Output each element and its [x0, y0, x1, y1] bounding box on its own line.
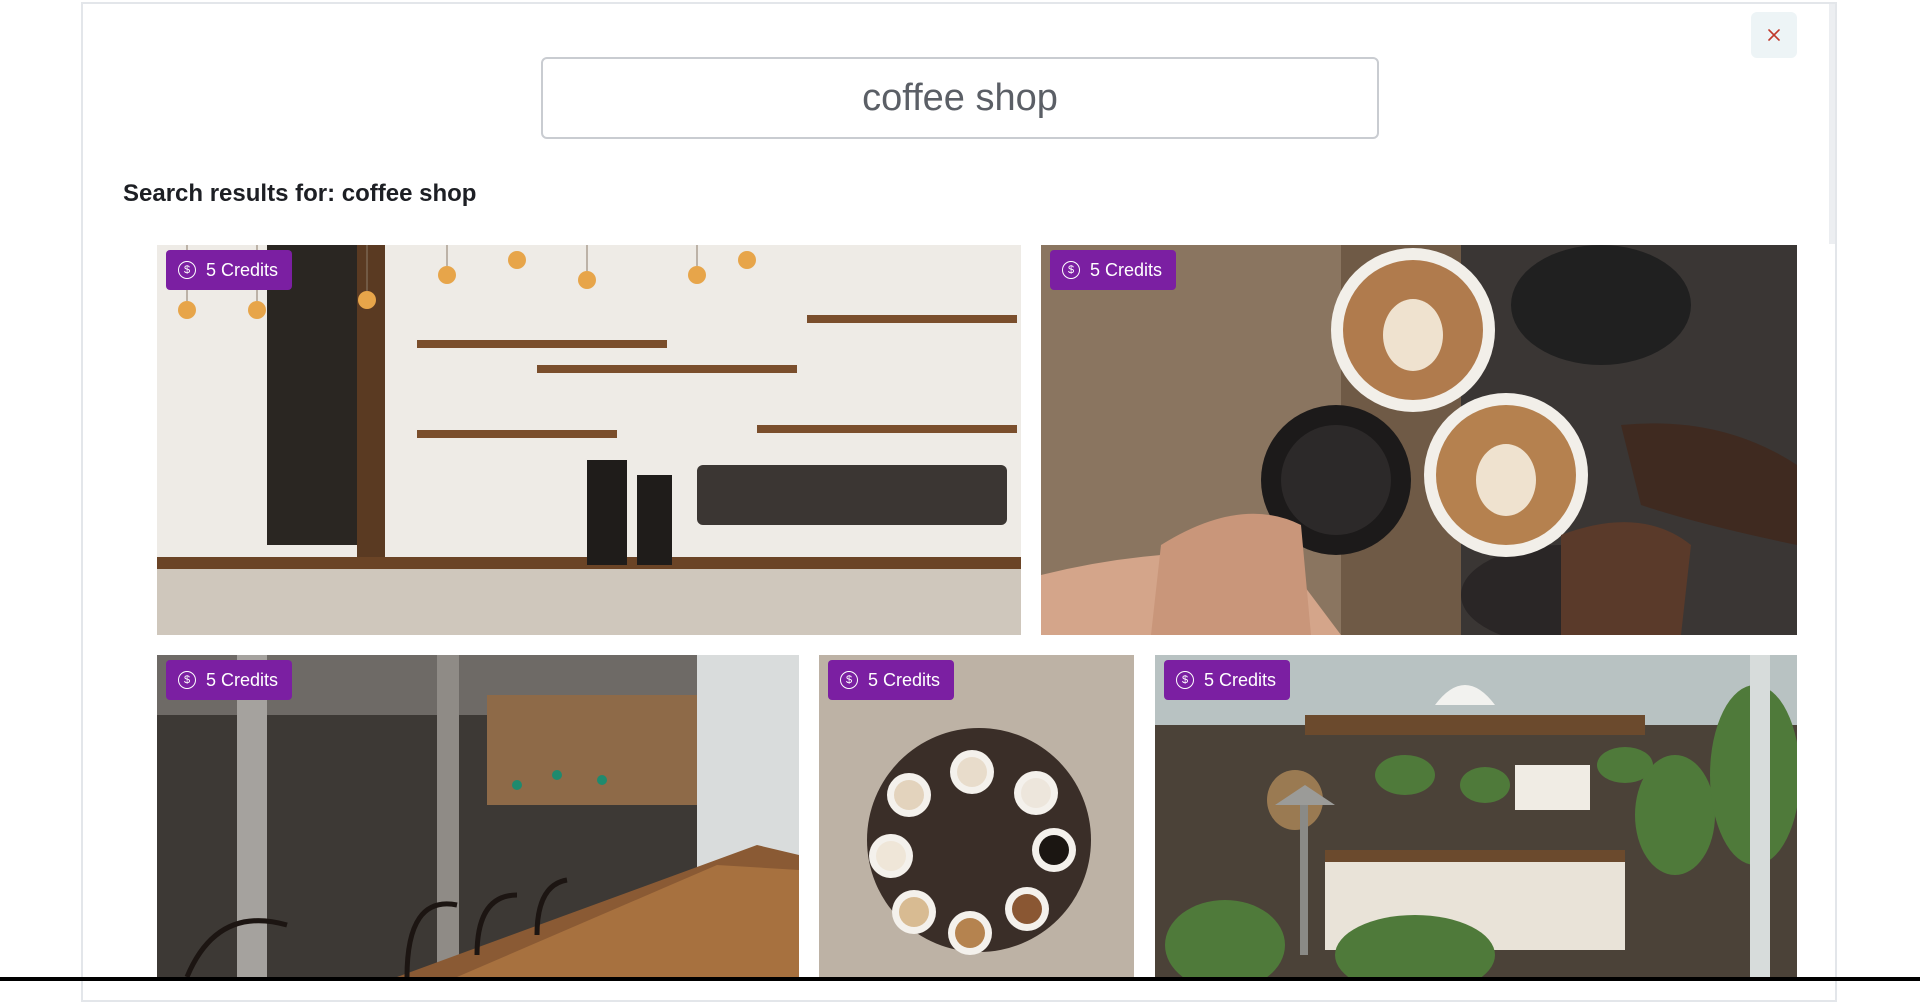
cafe-interior-image [157, 655, 799, 977]
greenhouse-cafe-image [1155, 655, 1797, 977]
coffee-cups-toast-image [1041, 245, 1797, 635]
image-result-2[interactable]: $ 5 Credits [1041, 245, 1797, 635]
coin-icon: $ [1176, 671, 1194, 689]
credits-label: 5 Credits [1204, 669, 1277, 690]
credits-badge: $ 5 Credits [1050, 250, 1177, 290]
coin-icon: $ [178, 671, 196, 689]
scrollbar[interactable] [1829, 4, 1835, 244]
credits-badge: $ 5 Credits [166, 250, 293, 290]
coin-icon: $ [840, 671, 858, 689]
credits-badge: $ 5 Credits [828, 660, 955, 700]
credits-label: 5 Credits [206, 669, 279, 690]
credits-badge: $ 5 Credits [166, 660, 293, 700]
image-result-5[interactable]: $ 5 Credits [1155, 655, 1797, 977]
credits-label: 5 Credits [1090, 259, 1163, 280]
image-result-4[interactable]: $ 5 Credits [819, 655, 1134, 977]
coin-icon: $ [1062, 261, 1080, 279]
image-result-1[interactable]: $ 5 Credits [157, 245, 1021, 635]
bottom-edge [0, 977, 1920, 981]
image-result-3[interactable]: $ 5 Credits [157, 655, 799, 977]
credits-label: 5 Credits [206, 259, 279, 280]
close-icon [1768, 29, 1780, 41]
close-button[interactable] [1751, 12, 1797, 58]
coin-icon: $ [178, 261, 196, 279]
coffee-shop-counter-image [157, 245, 1021, 635]
coffee-cups-table-image [819, 655, 1134, 977]
results-heading: Search results for: coffee shop [123, 180, 477, 207]
credits-label: 5 Credits [868, 669, 941, 690]
search-field[interactable] [541, 57, 1379, 139]
credits-badge: $ 5 Credits [1164, 660, 1291, 700]
search-input[interactable] [543, 75, 1377, 121]
